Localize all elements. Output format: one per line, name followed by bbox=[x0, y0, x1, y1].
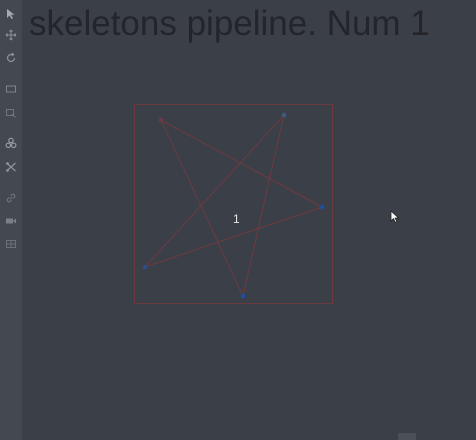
link-icon[interactable] bbox=[3, 190, 19, 206]
skeleton-bounding-box[interactable] bbox=[134, 104, 333, 304]
skeleton-keypoint[interactable] bbox=[142, 264, 148, 270]
skeleton-keypoint[interactable] bbox=[319, 204, 325, 210]
skeleton-keypoint[interactable] bbox=[240, 293, 246, 299]
grid-icon[interactable] bbox=[3, 236, 19, 252]
skeleton-id-label: 1 bbox=[233, 212, 240, 226]
fit-icon[interactable] bbox=[3, 81, 19, 97]
left-toolbar bbox=[0, 0, 23, 440]
zoom-icon[interactable] bbox=[3, 105, 19, 121]
horizontal-scrollbar-thumb[interactable] bbox=[398, 433, 416, 440]
split-icon[interactable] bbox=[3, 159, 19, 175]
mouse-cursor-icon bbox=[390, 210, 400, 223]
group-icon[interactable] bbox=[3, 135, 19, 151]
rotate-icon[interactable] bbox=[3, 50, 19, 66]
cursor-icon[interactable] bbox=[3, 6, 19, 22]
skeleton-keypoint[interactable] bbox=[158, 117, 164, 123]
move-icon[interactable] bbox=[3, 27, 19, 43]
camera-icon[interactable] bbox=[3, 213, 19, 229]
canvas-title: skeletons pipeline. Num 1 bbox=[29, 4, 430, 43]
skeleton-keypoint[interactable] bbox=[281, 112, 287, 118]
